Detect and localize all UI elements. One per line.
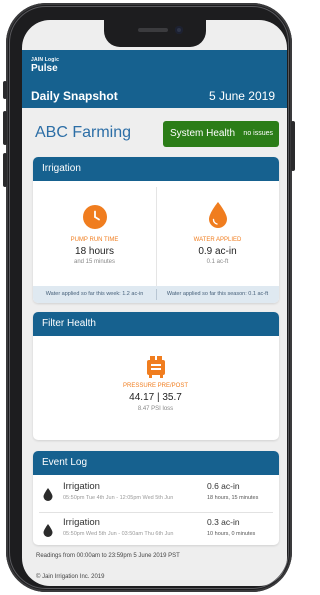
event-log-card-title: Event Log: [42, 457, 88, 468]
event-divider: [39, 512, 273, 513]
filter-health-card-header: Filter Health: [33, 312, 279, 336]
phone-volume-up-button: [3, 111, 7, 145]
event-log-card-header: Event Log: [33, 451, 279, 475]
water-applied-value: 0.9 ac-in: [198, 246, 237, 257]
water-applied-sub: 0.1 ac-ft: [206, 259, 229, 265]
water-season-total: Water applied so far this season: 0.1 ac…: [166, 291, 269, 297]
totals-divider: [156, 289, 157, 300]
irrigation-card: Irrigation PUMP RUN TIME 18 hours and 15…: [33, 157, 279, 303]
readings-range: Readings from 00:00am to 23:59pm 5 June …: [36, 553, 180, 559]
clock-icon: [83, 205, 107, 229]
app-header: JAIN Logic Pulse Daily Snapshot 5 June 2…: [22, 50, 287, 108]
event-row[interactable]: Irrigation 05:50pm Tue 4th Jun - 12:05pm…: [33, 478, 279, 511]
system-health-badge[interactable]: System Health no issues: [163, 121, 279, 147]
brand-company: JAIN Logic: [31, 57, 60, 63]
event-duration: 10 hours, 0 minutes: [207, 531, 256, 537]
pressure-label: PRESSURE PRE/POST: [122, 383, 188, 389]
event-title: Irrigation: [63, 517, 100, 528]
page-title: Daily Snapshot: [31, 89, 118, 103]
water-drop-icon: [43, 524, 53, 537]
filter-health-card-title: Filter Health: [42, 318, 96, 329]
system-health-label: System Health: [170, 128, 236, 139]
copyright: © Jain Irrigation Inc. 2019: [36, 574, 105, 580]
water-applied-label: WATER APPLIED: [193, 237, 242, 243]
phone-volume-down-button: [3, 153, 7, 187]
pump-run-time-value: 18 hours: [75, 246, 114, 257]
event-volume: 0.3 ac-in: [207, 517, 240, 527]
filter-icon: [147, 356, 165, 378]
filter-health-card: Filter Health PRESSURE PRE/POST 44.17 | …: [33, 312, 279, 440]
event-title: Irrigation: [63, 481, 100, 492]
snapshot-date: 5 June 2019: [208, 89, 275, 103]
event-time-range: 05:50pm Wed 5th Jun - 03:50am Thu 6th Ju…: [63, 531, 174, 537]
pump-run-time-sub: and 15 minutes: [73, 259, 116, 265]
water-drop-icon: [209, 202, 227, 228]
irrigation-divider: [156, 187, 157, 293]
irrigation-card-title: Irrigation: [42, 163, 81, 174]
event-row[interactable]: Irrigation 05:50pm Wed 5th Jun - 03:50am…: [33, 514, 279, 545]
brand-name: Pulse: [31, 63, 58, 74]
event-volume: 0.6 ac-in: [207, 481, 240, 491]
front-camera: [175, 26, 183, 34]
pressure-loss: 8.47 PSI loss: [137, 406, 174, 412]
brand-logo: JAIN Logic Pulse: [31, 58, 59, 74]
pump-run-time-label: PUMP RUN TIME: [70, 237, 119, 243]
event-log-card: Event Log Irrigation 05:50pm Tue 4th Jun…: [33, 451, 279, 545]
event-time-range: 05:50pm Tue 4th Jun - 12:05pm Wed 5th Ju…: [63, 495, 174, 501]
system-health-status: no issues: [243, 130, 273, 137]
water-drop-icon: [43, 488, 53, 501]
phone-notch: [104, 20, 206, 47]
irrigation-card-header: Irrigation: [33, 157, 279, 181]
phone-power-button: [291, 121, 295, 171]
event-duration: 18 hours, 15 minutes: [207, 495, 259, 501]
water-week-total: Water applied so far this week: 1.2 ac-i…: [45, 291, 144, 297]
phone-side-button: [3, 81, 7, 99]
speaker-grille: [138, 28, 168, 32]
phone-frame: JAIN Logic Pulse Daily Snapshot 5 June 2…: [3, 3, 295, 592]
farm-name: ABC Farming: [35, 124, 132, 141]
irrigation-totals-bar: Water applied so far this week: 1.2 ac-i…: [33, 286, 279, 303]
app-screen: JAIN Logic Pulse Daily Snapshot 5 June 2…: [22, 20, 287, 586]
pressure-value: 44.17 | 35.7: [129, 392, 182, 403]
